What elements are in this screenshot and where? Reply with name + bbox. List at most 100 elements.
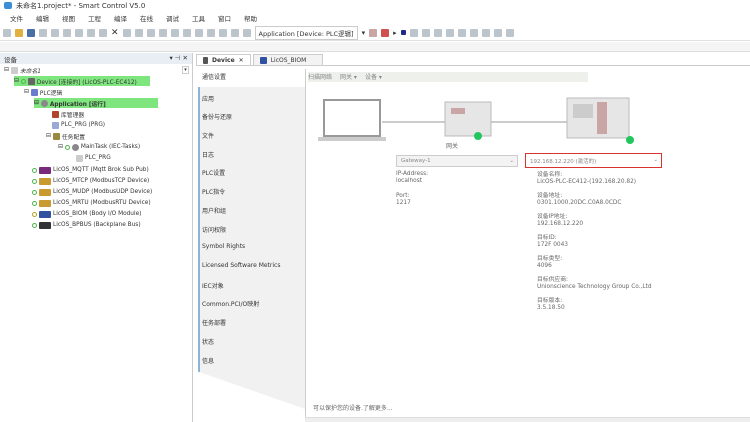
plc-device-icon[interactable] (566, 97, 634, 144)
tree-item-mrtu[interactable]: LicOS_MRTU (ModbusRTU Device) (32, 198, 151, 208)
stop-icon[interactable] (400, 30, 406, 35)
panel-menu-icon[interactable]: ▾ (169, 54, 172, 62)
tree-item-application[interactable]: ⊟ Application [运行] (34, 98, 158, 108)
step-over-icon[interactable] (433, 28, 442, 37)
menu-debug[interactable]: 调试 (166, 13, 179, 24)
app-icon (4, 2, 12, 9)
start-icon[interactable]: ▸ (393, 29, 397, 37)
menu-project[interactable]: 工程 (88, 13, 101, 24)
bookmark-clear-icon[interactable] (194, 28, 203, 37)
nav-status[interactable]: 状态 (202, 337, 297, 346)
close-panel-icon[interactable]: ✕ (183, 54, 188, 62)
tree-item-plc-prg[interactable]: PLC_PRG (PRG) (52, 120, 105, 130)
nav-application[interactable]: 应用 (202, 94, 297, 103)
save-icon[interactable] (27, 28, 35, 37)
tree-item-mtcp[interactable]: LicOS_MTCP (ModbusTCP Device) (32, 176, 149, 186)
nav-symbol-rights[interactable]: Symbol Rights (202, 243, 297, 250)
redo-icon[interactable] (63, 28, 71, 37)
build-icon[interactable] (206, 28, 215, 37)
pin-icon[interactable]: ⊣ (175, 54, 181, 62)
tree-item-plc-prg-call[interactable]: PLC_PRG (76, 153, 111, 163)
breakpoint-icon[interactable] (469, 28, 478, 37)
nav-access-rights[interactable]: 访问权限 (202, 225, 297, 234)
tree-item-bpbus[interactable]: LicOS_BPBUS (Backplane Bus) (32, 220, 141, 230)
tree-item-device[interactable]: ⊟ Device [连接的] (LicOS-PLC-EC412) (14, 76, 150, 86)
add-object-icon[interactable] (218, 28, 227, 37)
nav-task-deployment[interactable]: 任务部署 (202, 318, 297, 327)
scan-network-button[interactable]: 扫描网络 (308, 72, 332, 82)
module-icon (39, 177, 51, 185)
tree-scrollbar[interactable]: ▾ (182, 66, 189, 74)
tree-item-task-config[interactable]: ⊟ 任务配置 (46, 131, 85, 141)
step-out-icon[interactable] (457, 28, 466, 37)
login-icon[interactable] (369, 28, 378, 37)
tree-item-plc-logic[interactable]: ⊟ PLC逻辑 (24, 87, 62, 97)
tree-item-biom[interactable]: LicOS_BIOM (Body I/O Module) (32, 209, 141, 219)
target-type: 目标类型: 4096 (537, 256, 562, 270)
target-version: 目标版本: 3.5.18.50 (537, 298, 565, 312)
monitor-icon[interactable] (481, 28, 490, 37)
device-select[interactable]: 192.168.12.220 (激活的) ⌄ (525, 153, 662, 168)
open-icon[interactable] (15, 28, 23, 37)
bookmark-next-icon[interactable] (170, 28, 179, 37)
module-icon (39, 210, 51, 218)
find-icon[interactable] (122, 28, 131, 37)
menu-online[interactable]: 在线 (140, 13, 153, 24)
nav-io-mapping[interactable]: Common.PCI/O映射 (202, 299, 297, 308)
write-icon[interactable] (493, 28, 502, 37)
application-icon (40, 99, 48, 107)
menu-window[interactable]: 窗口 (218, 13, 231, 24)
paste-icon[interactable] (99, 28, 107, 37)
new-icon[interactable] (3, 28, 11, 37)
logout-icon[interactable] (381, 28, 390, 37)
security-footer-link[interactable]: 可以保护您的设备.了解更多... (313, 403, 393, 412)
menu-build[interactable]: 编译 (114, 13, 127, 24)
nav-backup[interactable]: 备份与还原 (202, 112, 297, 121)
replace-icon[interactable] (134, 28, 143, 37)
menu-help[interactable]: 帮助 (244, 13, 257, 24)
find-next-icon[interactable] (146, 28, 155, 37)
gateway-port: Port: 1217 (396, 193, 411, 207)
nav-log[interactable]: 日志 (202, 150, 297, 159)
menu-tools[interactable]: 工具 (192, 13, 205, 24)
menu-view[interactable]: 视图 (62, 13, 75, 24)
nav-iec-objects[interactable]: IEC对象 (202, 281, 297, 290)
gateway-select[interactable]: Gateway-1 ⌄ (396, 155, 518, 167)
delete-icon[interactable]: ✕ (111, 28, 119, 38)
force-icon[interactable] (505, 28, 514, 37)
page-icon[interactable] (230, 28, 239, 37)
bookmark-icon[interactable] (158, 28, 167, 37)
bookmark-prev-icon[interactable] (182, 28, 191, 37)
dropdown-arrow-icon[interactable]: ▾ (362, 29, 366, 37)
tree-item-library[interactable]: 库管理器 (52, 109, 84, 119)
nav-users-groups[interactable]: 用户和组 (202, 206, 297, 215)
tab-device[interactable]: Device ✕ (196, 54, 251, 65)
nav-information[interactable]: 信息 (202, 356, 297, 365)
close-tab-icon[interactable]: ✕ (239, 57, 244, 64)
cut-icon[interactable] (75, 28, 83, 37)
nav-plc-settings[interactable]: PLC设置 (202, 168, 297, 177)
menu-file[interactable]: 文件 (10, 13, 23, 24)
nav-files[interactable]: 文件 (202, 131, 297, 140)
nav-plc-shell[interactable]: PLC指令 (202, 187, 297, 196)
gateway-menu-button[interactable]: 网关 ▾ (340, 72, 357, 82)
reset-icon[interactable] (409, 28, 418, 37)
tree-item-project[interactable]: ⊟ 未命名1 (4, 65, 41, 75)
tree-item-maintask[interactable]: ⊟ MainTask (IEC-Tasks) (58, 142, 140, 152)
nav-license-metrics[interactable]: Licensed Software Metrics (202, 262, 297, 269)
nav-comm-settings[interactable]: 通信设置 (196, 69, 305, 87)
gateway-icon[interactable] (444, 101, 492, 140)
step-icon[interactable] (421, 28, 430, 37)
application-selector[interactable]: Application [Device: PLC逻辑] (254, 25, 358, 40)
calendar-icon[interactable] (242, 28, 251, 37)
menu-edit[interactable]: 编辑 (36, 13, 49, 24)
tree-item-mqtt[interactable]: LicOS_MQTT (Mqtt Brok Sub Pub) (32, 165, 149, 175)
device-menu-button[interactable]: 设备 ▾ (365, 72, 382, 82)
step-into-icon[interactable] (445, 28, 454, 37)
horizontal-scrollbar[interactable] (305, 417, 750, 422)
undo-icon[interactable] (51, 28, 59, 37)
copy-icon[interactable] (87, 28, 95, 37)
print-icon[interactable] (39, 28, 47, 37)
tree-item-mudp[interactable]: LicOS_MUDP (ModbusUDP Device) (32, 187, 152, 197)
tab-licos-biom[interactable]: LicOS_BIOM (252, 54, 323, 65)
